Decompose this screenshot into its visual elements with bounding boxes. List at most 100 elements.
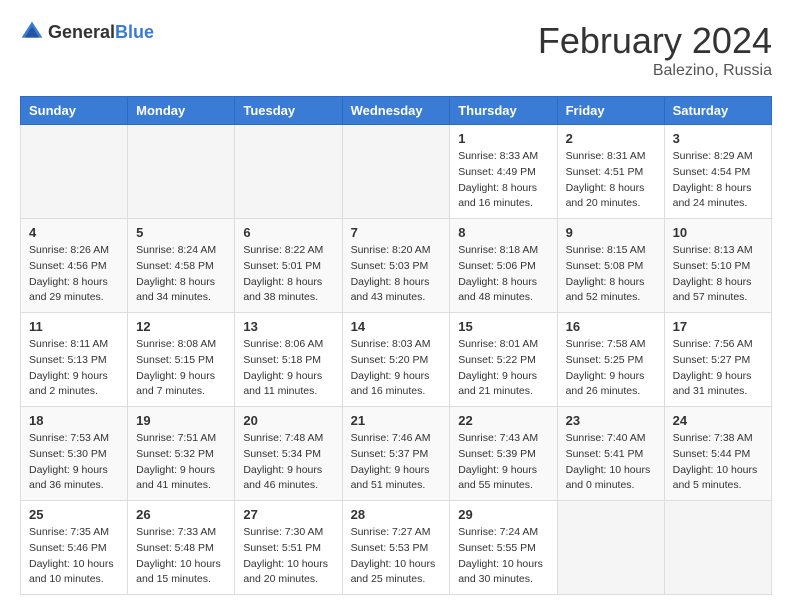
day-info: Sunrise: 8:06 AM Sunset: 5:18 PM Dayligh… [243,337,333,400]
day-cell: 20 Sunrise: 7:48 AM Sunset: 5:34 PM Dayli… [235,407,342,501]
week-row-4: 18 Sunrise: 7:53 AM Sunset: 5:30 PM Dayli… [21,407,772,501]
day-number: 1 [458,131,548,146]
logo-text-general: General [48,22,115,42]
day-info: Sunrise: 7:35 AM Sunset: 5:46 PM Dayligh… [29,525,119,588]
day-number: 10 [673,225,763,240]
day-cell: 10 Sunrise: 8:13 AM Sunset: 5:10 PM Dayli… [664,219,771,313]
day-number: 12 [136,319,226,334]
day-info: Sunrise: 7:53 AM Sunset: 5:30 PM Dayligh… [29,431,119,494]
title-area: February 2024 Balezino, Russia [538,20,772,80]
day-cell: 13 Sunrise: 8:06 AM Sunset: 5:18 PM Dayli… [235,313,342,407]
day-number: 26 [136,507,226,522]
day-number: 4 [29,225,119,240]
subtitle: Balezino, Russia [538,62,772,80]
day-number: 7 [351,225,442,240]
day-cell [557,501,664,595]
day-cell: 3Sunrise: 8:29 AM Sunset: 4:54 PM Daylig… [664,125,771,219]
day-cell: 29 Sunrise: 7:24 AM Sunset: 5:55 PM Dayli… [450,501,557,595]
day-info: Sunrise: 7:24 AM Sunset: 5:55 PM Dayligh… [458,525,548,588]
day-number: 11 [29,319,119,334]
weekday-header-tuesday: Tuesday [235,97,342,125]
day-cell: 11Sunrise: 8:11 AM Sunset: 5:13 PM Dayli… [21,313,128,407]
day-cell: 27Sunrise: 7:30 AM Sunset: 5:51 PM Dayli… [235,501,342,595]
day-info: Sunrise: 8:26 AM Sunset: 4:56 PM Dayligh… [29,243,119,306]
day-cell: 6Sunrise: 8:22 AM Sunset: 5:01 PM Daylig… [235,219,342,313]
day-number: 22 [458,413,548,428]
day-cell: 15Sunrise: 8:01 AM Sunset: 5:22 PM Dayli… [450,313,557,407]
day-cell: 26 Sunrise: 7:33 AM Sunset: 5:48 PM Dayli… [128,501,235,595]
day-info: Sunrise: 7:51 AM Sunset: 5:32 PM Dayligh… [136,431,226,494]
day-info: Sunrise: 7:58 AM Sunset: 5:25 PM Dayligh… [566,337,656,400]
header: GeneralBlue February 2024 Balezino, Russ… [20,20,772,80]
day-info: Sunrise: 8:13 AM Sunset: 5:10 PM Dayligh… [673,243,763,306]
day-number: 3 [673,131,763,146]
day-info: Sunrise: 8:33 AM Sunset: 4:49 PM Dayligh… [458,149,548,212]
day-number: 20 [243,413,333,428]
day-number: 14 [351,319,442,334]
day-number: 13 [243,319,333,334]
logo-icon [20,20,44,44]
day-cell: 8 Sunrise: 8:18 AM Sunset: 5:06 PM Daylig… [450,219,557,313]
day-info: Sunrise: 7:48 AM Sunset: 5:34 PM Dayligh… [243,431,333,494]
day-cell: 12 Sunrise: 8:08 AM Sunset: 5:15 PM Dayli… [128,313,235,407]
week-row-1: 1 Sunrise: 8:33 AM Sunset: 4:49 PM Daylig… [21,125,772,219]
day-info: Sunrise: 7:30 AM Sunset: 5:51 PM Dayligh… [243,525,333,588]
weekday-header-sunday: Sunday [21,97,128,125]
main-title: February 2024 [538,20,772,62]
day-number: 21 [351,413,442,428]
day-number: 18 [29,413,119,428]
day-number: 29 [458,507,548,522]
day-cell [128,125,235,219]
day-cell: 25 Sunrise: 7:35 AM Sunset: 5:46 PM Dayli… [21,501,128,595]
day-number: 19 [136,413,226,428]
day-number: 8 [458,225,548,240]
day-cell: 19 Sunrise: 7:51 AM Sunset: 5:32 PM Dayli… [128,407,235,501]
day-cell: 28 Sunrise: 7:27 AM Sunset: 5:53 PM Dayli… [342,501,450,595]
weekday-header-friday: Friday [557,97,664,125]
day-cell: 22 Sunrise: 7:43 AM Sunset: 5:39 PM Dayli… [450,407,557,501]
weekday-header-row: SundayMondayTuesdayWednesdayThursdayFrid… [21,97,772,125]
day-cell: 4 Sunrise: 8:26 AM Sunset: 4:56 PM Daylig… [21,219,128,313]
day-cell [235,125,342,219]
day-cell: 16 Sunrise: 7:58 AM Sunset: 5:25 PM Dayli… [557,313,664,407]
logo-text-blue: Blue [115,22,154,42]
day-number: 5 [136,225,226,240]
day-number: 17 [673,319,763,334]
day-number: 25 [29,507,119,522]
day-cell: 24 Sunrise: 7:38 AM Sunset: 5:44 PM Dayli… [664,407,771,501]
day-info: Sunrise: 8:15 AM Sunset: 5:08 PM Dayligh… [566,243,656,306]
calendar: SundayMondayTuesdayWednesdayThursdayFrid… [20,96,772,595]
day-cell [21,125,128,219]
week-row-2: 4 Sunrise: 8:26 AM Sunset: 4:56 PM Daylig… [21,219,772,313]
day-info: Sunrise: 7:56 AM Sunset: 5:27 PM Dayligh… [673,337,763,400]
day-cell: 1 Sunrise: 8:33 AM Sunset: 4:49 PM Daylig… [450,125,557,219]
day-cell: 18 Sunrise: 7:53 AM Sunset: 5:30 PM Dayli… [21,407,128,501]
day-cell: 17 Sunrise: 7:56 AM Sunset: 5:27 PM Dayli… [664,313,771,407]
day-number: 16 [566,319,656,334]
week-row-3: 11Sunrise: 8:11 AM Sunset: 5:13 PM Dayli… [21,313,772,407]
day-cell: 2Sunrise: 8:31 AM Sunset: 4:51 PM Daylig… [557,125,664,219]
day-info: Sunrise: 8:03 AM Sunset: 5:20 PM Dayligh… [351,337,442,400]
day-info: Sunrise: 8:08 AM Sunset: 5:15 PM Dayligh… [136,337,226,400]
day-number: 24 [673,413,763,428]
weekday-header-thursday: Thursday [450,97,557,125]
day-info: Sunrise: 8:31 AM Sunset: 4:51 PM Dayligh… [566,149,656,212]
day-info: Sunrise: 8:20 AM Sunset: 5:03 PM Dayligh… [351,243,442,306]
day-cell: 5Sunrise: 8:24 AM Sunset: 4:58 PM Daylig… [128,219,235,313]
day-info: Sunrise: 7:46 AM Sunset: 5:37 PM Dayligh… [351,431,442,494]
day-cell: 7 Sunrise: 8:20 AM Sunset: 5:03 PM Daylig… [342,219,450,313]
week-row-5: 25 Sunrise: 7:35 AM Sunset: 5:46 PM Dayli… [21,501,772,595]
day-info: Sunrise: 7:27 AM Sunset: 5:53 PM Dayligh… [351,525,442,588]
day-info: Sunrise: 8:18 AM Sunset: 5:06 PM Dayligh… [458,243,548,306]
weekday-header-wednesday: Wednesday [342,97,450,125]
day-cell [664,501,771,595]
day-info: Sunrise: 7:43 AM Sunset: 5:39 PM Dayligh… [458,431,548,494]
weekday-header-saturday: Saturday [664,97,771,125]
day-cell: 23Sunrise: 7:40 AM Sunset: 5:41 PM Dayli… [557,407,664,501]
day-info: Sunrise: 7:38 AM Sunset: 5:44 PM Dayligh… [673,431,763,494]
day-cell: 14 Sunrise: 8:03 AM Sunset: 5:20 PM Dayli… [342,313,450,407]
day-number: 28 [351,507,442,522]
day-info: Sunrise: 7:33 AM Sunset: 5:48 PM Dayligh… [136,525,226,588]
day-info: Sunrise: 7:40 AM Sunset: 5:41 PM Dayligh… [566,431,656,494]
day-number: 15 [458,319,548,334]
